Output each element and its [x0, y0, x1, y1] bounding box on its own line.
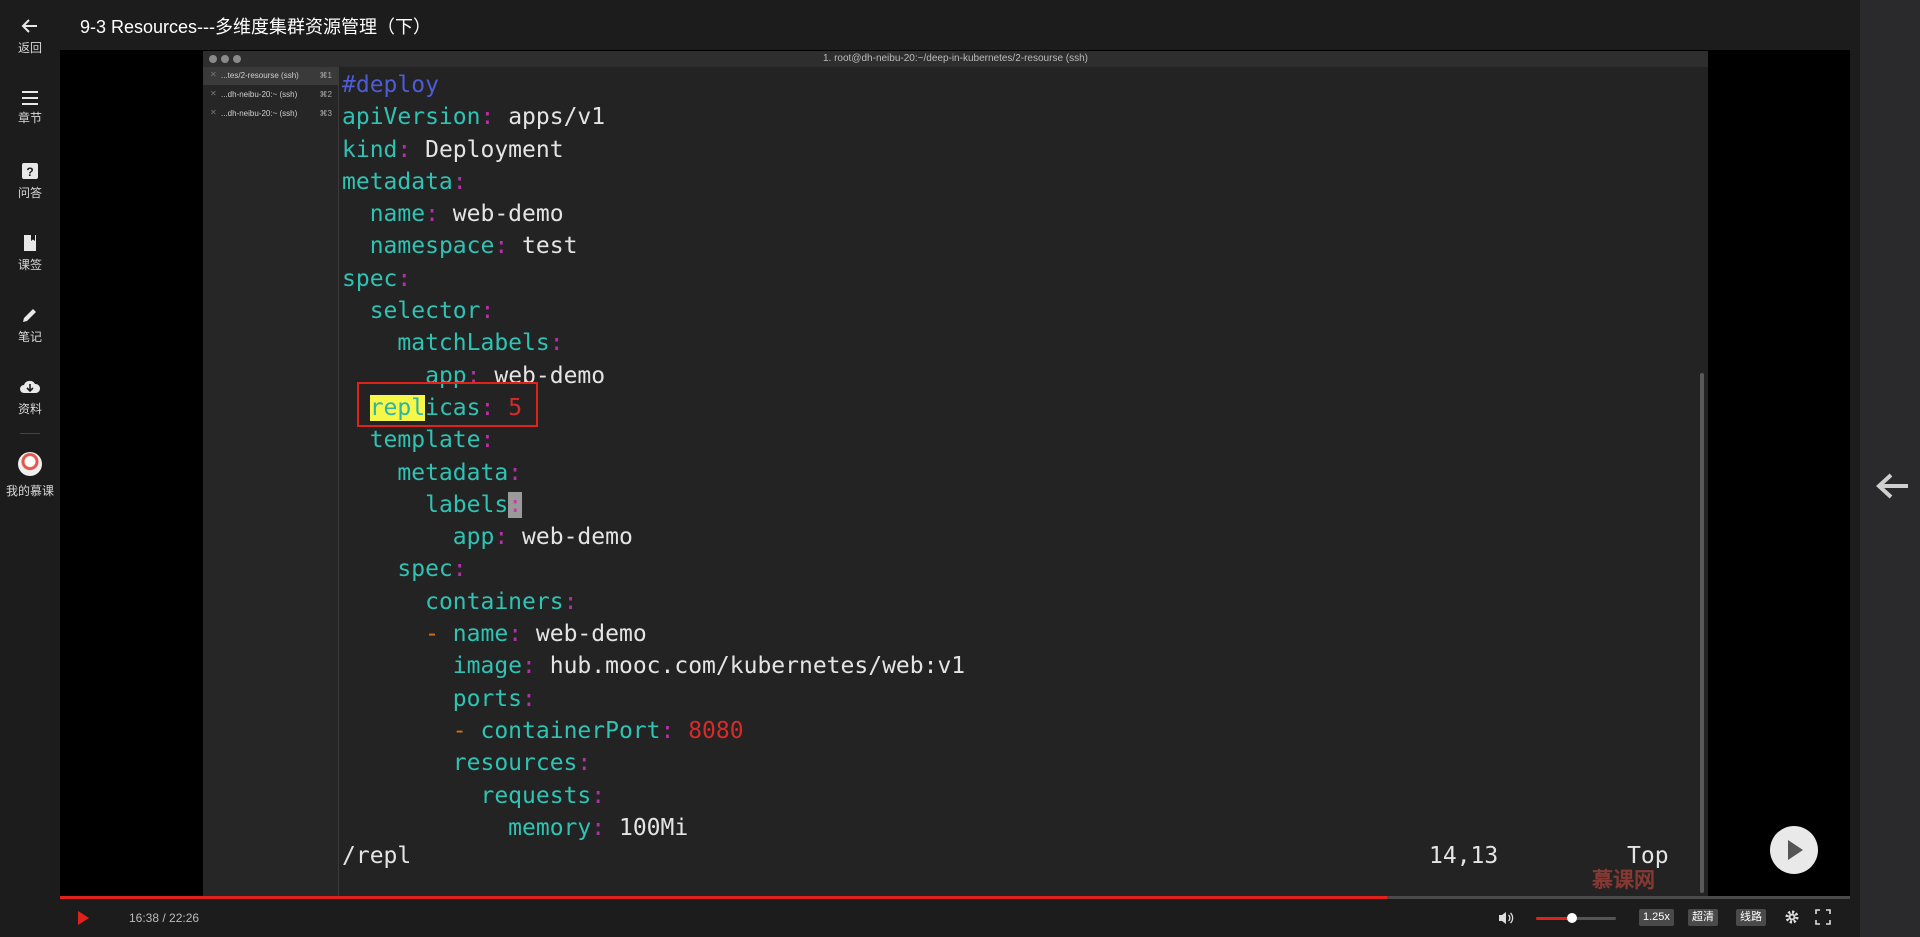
yaml-key: template [369, 427, 481, 454]
yaml-key: metadata [397, 459, 509, 486]
time-display: 16:38 / 22:26 [129, 911, 200, 925]
yaml-key: matchLabels [397, 330, 550, 357]
materials-button[interactable]: 资料 [0, 378, 60, 417]
bookmarks-button[interactable]: 课签 [0, 234, 60, 273]
play-button[interactable] [76, 910, 90, 931]
bookmarks-label: 课签 [17, 258, 42, 272]
yaml-value: web-demo [522, 524, 633, 551]
terminal-title: 1. root@dh-neibu-20:~/deep-in-kubernetes… [822, 53, 1088, 64]
yaml-key: ports [452, 685, 523, 712]
terminal-tab-2[interactable]: ✕ ...dh-neibu-20:~ (ssh) ⌘2 [203, 86, 338, 104]
yaml-key: metadata [342, 168, 453, 195]
settings-button[interactable] [1784, 909, 1800, 930]
play-icon [1788, 840, 1803, 860]
yaml-key: spec [397, 556, 453, 583]
my-mooc-label: 我的慕课 [5, 484, 54, 498]
bookmark-icon [24, 235, 36, 251]
yaml-key: memory [508, 814, 592, 841]
tab-shortcut: ⌘3 [319, 109, 332, 118]
yaml-value: test [522, 233, 578, 260]
tab-label: ...dh-neibu-20:~ (ssh) [221, 109, 298, 118]
cursor-position: 14,13 [1429, 843, 1499, 869]
question-icon: ? [22, 163, 38, 179]
watermark-logo: 慕课网 [1592, 869, 1655, 892]
quality-button[interactable]: 超清 [1688, 909, 1718, 926]
chapters-button[interactable]: 章节 [0, 91, 60, 126]
yaml-code: #deploy apiVersion: apps/v1 kind: Deploy… [342, 72, 966, 841]
gear-icon [1785, 910, 1799, 924]
yaml-value: web-demo [535, 621, 647, 648]
left-arrow-icon [1876, 473, 1908, 499]
back-arrow-icon [21, 19, 37, 33]
expand-panel-button[interactable] [1876, 472, 1910, 505]
terminal-titlebar: 1. root@dh-neibu-20:~/deep-in-kubernetes… [203, 51, 1708, 67]
my-mooc-button[interactable]: 我的慕课 [0, 452, 60, 499]
yaml-value: Deployment [425, 136, 564, 163]
avatar [18, 452, 42, 476]
player-controls: 16:38 / 22:26 1.25x 超清 线路 [60, 899, 1850, 937]
speed-button[interactable]: 1.25x [1639, 909, 1674, 926]
close-tab-icon[interactable]: ✕ [210, 89, 217, 98]
yaml-value: hub.mooc.com/kubernetes/web:v1 [549, 653, 966, 680]
yaml-value: apps/v1 [508, 104, 606, 131]
svg-text:?: ? [26, 165, 33, 179]
terminal-tab-list: ✕ ...tes/2-resourse (ssh) ⌘1 ✕ ...dh-nei… [203, 67, 339, 897]
left-sidebar: 返回 章节 ? 问答 课签 笔记 资料 我的慕课 [0, 0, 60, 937]
replicas-highlight-box [357, 382, 538, 427]
yaml-key: containers [425, 588, 564, 615]
yaml-key: labels [425, 491, 509, 518]
yaml-key: apiVersion [342, 104, 481, 131]
route-button[interactable]: 线路 [1736, 909, 1766, 926]
cloud-download-icon [20, 380, 41, 393]
yaml-key: selector [369, 298, 481, 325]
yaml-key: kind [342, 136, 398, 163]
yaml-key: namespace [369, 233, 495, 260]
yaml-value: web-demo [452, 201, 564, 228]
notes-button[interactable]: 笔记 [0, 306, 60, 345]
yaml-key: name [369, 201, 426, 228]
volume-slider[interactable] [1536, 913, 1616, 923]
yaml-key: containerPort [480, 717, 661, 744]
notes-label: 笔记 [17, 330, 42, 344]
fullscreen-button[interactable] [1815, 909, 1831, 930]
yaml-key: name [452, 621, 509, 648]
qa-button[interactable]: ? 问答 [0, 162, 60, 201]
volume-knob[interactable] [1567, 913, 1577, 923]
pencil-icon [23, 309, 36, 322]
big-play-button[interactable] [1770, 826, 1818, 874]
terminal-tab-1[interactable]: ✕ ...tes/2-resourse (ssh) ⌘1 [203, 67, 338, 85]
chapters-label: 章节 [17, 111, 42, 125]
yaml-key: resources [452, 750, 578, 777]
back-button[interactable]: 返回 [0, 17, 60, 56]
yaml-key: requests [480, 782, 592, 809]
close-tab-icon[interactable]: ✕ [210, 108, 217, 117]
terminal-scrollbar[interactable] [1700, 373, 1704, 893]
sidebar-divider [20, 433, 40, 434]
yaml-number: 8080 [688, 717, 744, 744]
speaker-icon [1499, 912, 1514, 924]
tab-shortcut: ⌘2 [319, 90, 332, 99]
play-icon [78, 911, 89, 925]
page-title: 9-3 Resources---多维度集群资源管理（下） [80, 17, 432, 37]
fullscreen-icon [1815, 909, 1831, 925]
qa-label: 问答 [17, 186, 42, 200]
tab-shortcut: ⌘1 [319, 71, 332, 80]
vim-command-line: /repl [342, 843, 412, 869]
text-cursor: : [508, 491, 523, 518]
code-comment: #deploy [342, 72, 439, 98]
yaml-key: app [452, 524, 495, 551]
yaml-value: 100Mi [618, 814, 689, 841]
yaml-key: image [452, 653, 523, 680]
yaml-key: spec [342, 265, 398, 292]
back-label: 返回 [17, 41, 42, 55]
right-panel-strip [1860, 0, 1920, 937]
volume-button[interactable] [1498, 910, 1514, 931]
menu-icon [22, 91, 38, 105]
terminal-tab-3[interactable]: ✕ ...dh-neibu-20:~ (ssh) ⌘3 [203, 105, 338, 123]
close-tab-icon[interactable]: ✕ [210, 70, 217, 79]
materials-label: 资料 [17, 402, 42, 416]
tab-label: ...tes/2-resourse (ssh) [221, 71, 299, 80]
tab-label: ...dh-neibu-20:~ (ssh) [221, 90, 298, 99]
